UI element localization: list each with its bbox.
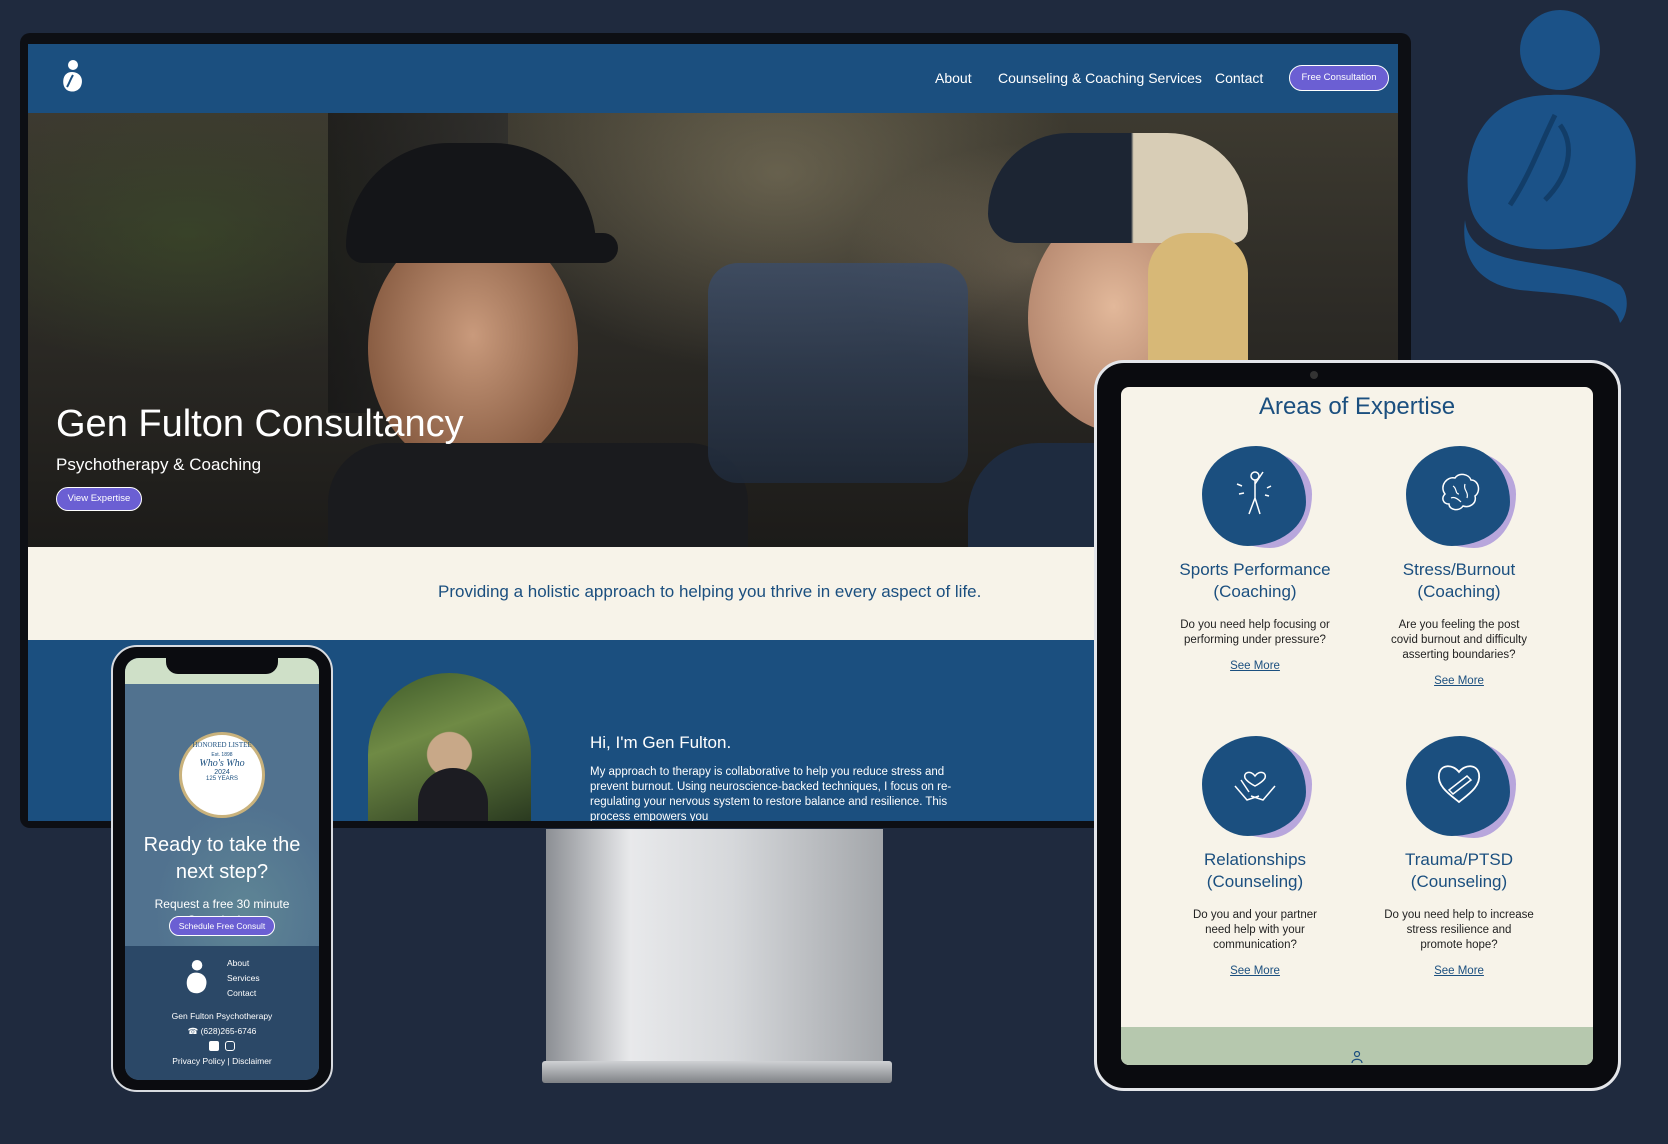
card-subtitle: (Counseling) (1410, 872, 1508, 891)
privacy-policy-link[interactable]: Privacy Policy (172, 1056, 225, 1066)
instagram-icon[interactable] (225, 1041, 235, 1051)
hero-subtitle: Psychotherapy & Coaching (56, 455, 262, 474)
disclaimer-link[interactable]: Disclaimer (232, 1056, 272, 1066)
seal-top-text: HONORED LISTEE (192, 741, 252, 749)
footer-about-link[interactable]: About (227, 958, 249, 968)
brand-logo-large-icon (1464, 10, 1636, 323)
brand-logo-icon[interactable] (60, 60, 84, 96)
card-title: Sports Performance (1179, 560, 1331, 579)
expertise-card-stress: Stress/Burnout (Coaching) Are you feelin… (1354, 444, 1564, 689)
seal-years-text: 125 YEARS (206, 776, 238, 782)
footer-services-link[interactable]: Services (227, 973, 260, 983)
nav-contact-link[interactable]: Contact (1215, 70, 1263, 86)
top-nav: About Counseling & Coaching Services Con… (28, 44, 1398, 113)
footer-business-name: Gen Fulton Psychotherapy (171, 1011, 273, 1021)
view-expertise-button[interactable]: View Expertise (56, 487, 142, 511)
tablet-screen: Areas of Expertise Sports Performance (C… (1121, 387, 1593, 1065)
card-description: Are you feeling the post covid burnout a… (1391, 619, 1527, 661)
hands-heart-icon (1234, 771, 1276, 801)
expertise-card-relationships: Relationships (Counseling) Do you and yo… (1150, 734, 1360, 979)
card-subtitle: (Counseling) (1206, 872, 1304, 891)
expertise-card-sports: Sports Performance (Coaching) Do you nee… (1150, 444, 1360, 674)
nav-about-link[interactable]: About (935, 70, 972, 86)
phone-screen: HONORED LISTEE Est. 1898 Who's Who 2024 … (125, 658, 319, 1080)
seal-year-text: 2024 (214, 769, 230, 776)
card-subtitle: (Coaching) (1417, 582, 1501, 601)
card-description: Do you need help to increase stress resi… (1384, 909, 1534, 951)
monitor-stand (546, 829, 883, 1061)
athlete-icon (1236, 471, 1272, 515)
footer-phone[interactable]: (628)265-6746 (201, 1026, 257, 1036)
linkedin-icon[interactable] (209, 1041, 219, 1051)
bandaged-heart-icon (1437, 765, 1481, 804)
see-more-link[interactable]: See More (1230, 660, 1280, 672)
nav-services-link[interactable]: Counseling & Coaching Services (998, 70, 1202, 86)
tablet-camera (1310, 371, 1318, 379)
legal-separator: | (227, 1056, 230, 1066)
see-more-link[interactable]: See More (1230, 965, 1280, 977)
card-description: Do you and your partner need help with y… (1192, 909, 1318, 951)
free-consultation-button[interactable]: Free Consultation (1289, 65, 1389, 91)
about-body: My approach to therapy is collaborative … (590, 766, 952, 821)
card-title: Trauma/PTSD (1404, 850, 1513, 869)
schedule-consult-button[interactable]: Schedule Free Consult (169, 916, 275, 936)
see-more-link[interactable]: See More (1434, 965, 1484, 977)
about-heading: Hi, I'm Gen Fulton. (590, 733, 732, 752)
expertise-title: Areas of Expertise (1258, 393, 1456, 420)
footer-contact-link[interactable]: Contact (227, 988, 256, 998)
whatsapp-icon[interactable]: ☎ (188, 1026, 199, 1036)
card-subtitle: (Coaching) (1213, 582, 1297, 601)
hero-title: Gen Fulton Consultancy (56, 403, 464, 445)
tablet-footer-strip (1121, 1027, 1593, 1065)
honored-listee-seal: HONORED LISTEE Est. 1898 Who's Who 2024 … (179, 732, 265, 818)
monitor-base (542, 1061, 892, 1083)
portrait-photo (368, 673, 531, 821)
tagline-text: Providing a holistic approach to helping… (438, 582, 982, 601)
phone-cta-section: HONORED LISTEE Est. 1898 Who's Who 2024 … (125, 684, 319, 946)
phone-footer: About Services Contact Gen Fulton Psycho… (125, 946, 319, 1080)
person-icon (1351, 1051, 1363, 1063)
see-more-link[interactable]: See More (1434, 675, 1484, 687)
card-title: Stress/Burnout (1402, 560, 1516, 579)
brain-icon (1442, 473, 1480, 511)
phone-notch (166, 653, 278, 674)
card-title: Relationships (1203, 850, 1307, 869)
card-description: Do you need help focusing or performing … (1180, 619, 1330, 646)
seal-brand-text: Who's Who (199, 758, 245, 769)
phone-cta-heading: Ready to take the next step? (143, 834, 301, 883)
footer-logo-icon (186, 960, 207, 994)
expertise-card-trauma: Trauma/PTSD (Counseling) Do you need hel… (1354, 734, 1564, 979)
